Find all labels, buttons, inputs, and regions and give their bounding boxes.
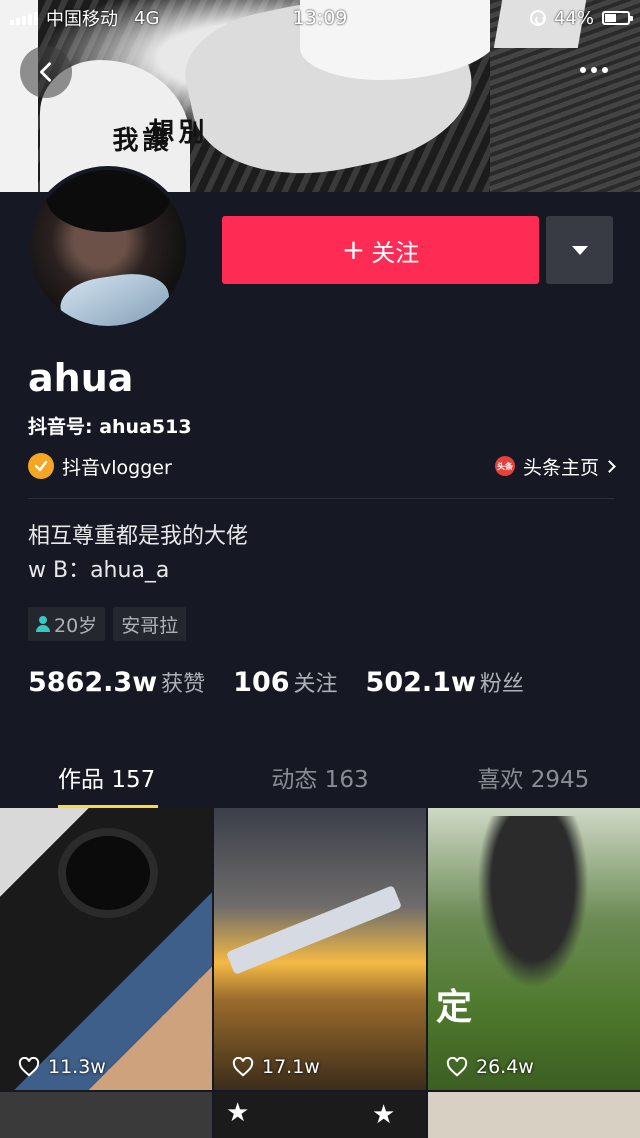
like-count: 11.3w xyxy=(18,1056,106,1078)
following-count: 106 xyxy=(233,667,290,698)
verified-badge-icon xyxy=(28,453,54,479)
following-stat[interactable]: 106 关注 xyxy=(233,666,337,698)
toutiao-icon: 头条 xyxy=(494,456,515,476)
video-grid: 11.3w 17.1w 定 26.4w ★ ★ xyxy=(0,808,640,1138)
tab-activity[interactable]: 动态 163 xyxy=(213,752,426,808)
heart-icon xyxy=(18,1057,40,1077)
star-icon: ★ xyxy=(372,1100,396,1130)
toutiao-homepage-link[interactable]: 头条 头条主页 xyxy=(494,453,616,480)
video-thumbnail[interactable]: ★ ★ xyxy=(214,1092,426,1138)
recommend-dropdown-button[interactable] xyxy=(546,216,613,284)
likes-stat[interactable]: 5862.3w 获赞 xyxy=(28,666,205,698)
caret-down-icon xyxy=(571,245,588,255)
person-icon xyxy=(36,616,50,632)
age-label: 20岁 xyxy=(54,614,98,637)
profile-tabs: 作品 157 动态 163 喜欢 2945 xyxy=(0,752,640,808)
douyin-id: 抖音号: ahua513 xyxy=(28,416,192,438)
follow-button[interactable]: + 关注 xyxy=(222,216,539,284)
likes-count: 5862.3w xyxy=(28,667,158,698)
star-icon: ★ xyxy=(226,1098,250,1128)
video-thumbnail[interactable]: 11.3w xyxy=(0,808,212,1090)
like-count-value: 17.1w xyxy=(262,1056,320,1078)
video-thumbnail[interactable] xyxy=(0,1092,212,1138)
bio-line: 相互尊重都是我的大佬 xyxy=(28,524,249,549)
like-count-value: 11.3w xyxy=(48,1056,106,1078)
like-count: 26.4w xyxy=(446,1056,534,1078)
video-thumbnail[interactable]: 定 26.4w xyxy=(428,808,640,1090)
bio: 相互尊重都是我的大佬 w B：ahua_a xyxy=(28,520,248,588)
chevron-right-icon xyxy=(603,459,616,473)
like-count-value: 26.4w xyxy=(476,1056,534,1078)
video-overlay-text: 定 xyxy=(436,987,473,1028)
followers-count: 502.1w xyxy=(365,667,476,698)
followers-stat[interactable]: 502.1w 粉丝 xyxy=(366,666,524,698)
avatar[interactable] xyxy=(26,166,190,330)
location-tag: 安哥拉 xyxy=(113,607,187,641)
tab-works[interactable]: 作品 157 xyxy=(0,752,213,808)
follow-label: 关注 xyxy=(371,238,420,267)
profile-tags: 20岁 安哥拉 xyxy=(28,607,187,641)
more-dots-icon xyxy=(580,67,586,73)
more-options-button[interactable] xyxy=(574,58,614,82)
video-thumbnail[interactable]: 17.1w xyxy=(214,808,426,1090)
dog-image xyxy=(468,816,598,1006)
likes-label: 获赞 xyxy=(161,672,206,697)
age-tag: 20岁 xyxy=(28,607,106,641)
toutiao-label: 头条主页 xyxy=(522,456,599,479)
status-bar: 中国移动 4G 13:09 44% xyxy=(0,0,640,36)
heart-icon xyxy=(446,1057,468,1077)
back-arrow-icon xyxy=(40,62,52,82)
followers-label: 粉丝 xyxy=(479,672,524,697)
like-count: 17.1w xyxy=(232,1056,320,1078)
airplane-wing-image xyxy=(226,885,402,975)
location-label: 安哥拉 xyxy=(121,614,179,637)
following-label: 关注 xyxy=(293,672,338,697)
tab-liked[interactable]: 喜欢 2945 xyxy=(427,752,640,808)
nickname: ahua xyxy=(28,356,134,400)
bio-line: w B：ahua_a xyxy=(28,558,170,583)
rotation-lock-icon xyxy=(529,10,546,26)
divider xyxy=(28,498,614,499)
verification-label: 抖音vlogger xyxy=(62,456,172,479)
camera-image xyxy=(58,828,158,918)
verification-row: 抖音vlogger 头条 头条主页 xyxy=(28,451,616,481)
video-thumbnail[interactable] xyxy=(428,1092,640,1138)
heart-icon xyxy=(232,1057,254,1077)
plus-icon: + xyxy=(341,233,366,266)
back-button[interactable] xyxy=(20,46,72,98)
battery-icon xyxy=(602,11,633,25)
stats-row: 5862.3w 获赞 106 关注 502.1w 粉丝 xyxy=(28,666,552,698)
